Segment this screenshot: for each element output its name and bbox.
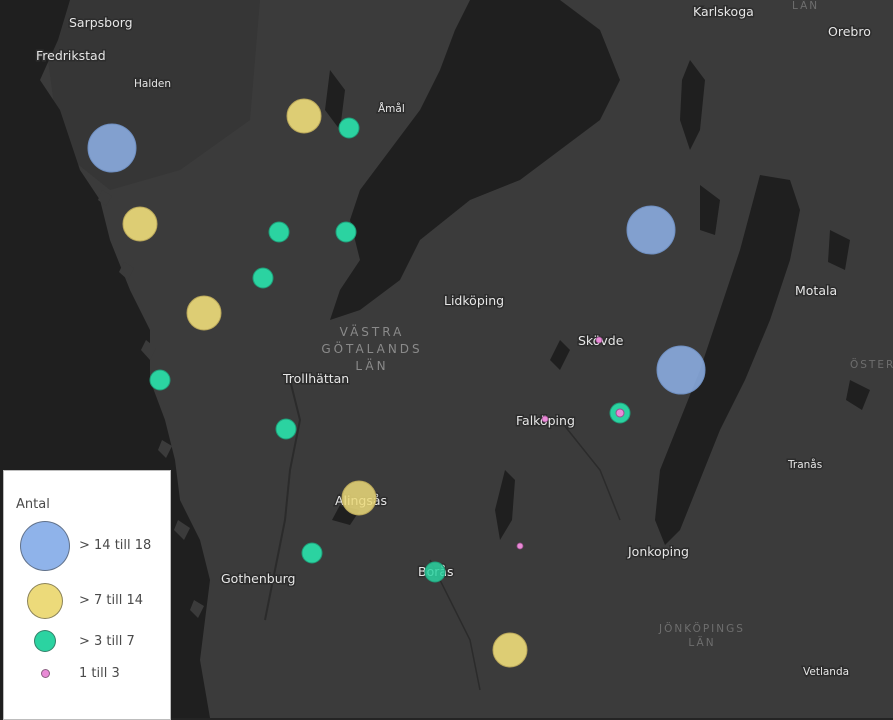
region-label: VÄSTRA xyxy=(340,324,405,339)
place-label-lidkoping: Lidköping xyxy=(444,293,504,308)
legend-symbol-m xyxy=(34,630,56,652)
legend-label-l: > 7 till 14 xyxy=(79,593,144,608)
map-legend: Antal > 14 till 18 > 7 till 14 > 3 till … xyxy=(3,470,171,720)
legend-symbol-l xyxy=(27,583,63,619)
symbol-class-xl[interactable] xyxy=(626,205,676,255)
symbol-class-l[interactable] xyxy=(186,295,222,331)
region-label: GÖTALANDS xyxy=(321,340,422,356)
legend-symbol-s xyxy=(41,669,50,678)
symbol-class-s[interactable] xyxy=(541,415,549,423)
place-label-karlskoga: Karlskoga xyxy=(693,4,754,19)
symbol-class-m[interactable] xyxy=(149,369,171,391)
place-label-trollhattan: Trollhättan xyxy=(282,371,349,386)
region-label: ÖSTER xyxy=(850,358,893,371)
symbol-class-s[interactable] xyxy=(516,542,524,550)
place-label-sarpsborg: Sarpsborg xyxy=(69,15,133,30)
symbol-class-m[interactable] xyxy=(301,542,323,564)
symbol-class-m[interactable] xyxy=(335,221,357,243)
place-label-orebro: Orebro xyxy=(828,24,871,39)
symbol-class-xl[interactable] xyxy=(656,345,706,395)
place-label-amal: Åmål xyxy=(378,102,405,115)
place-label-vetlanda: Vetlanda xyxy=(803,666,849,678)
symbol-class-m[interactable] xyxy=(275,418,297,440)
region-label: JÖNKÖPINGS xyxy=(658,622,745,635)
region-label: LÄN xyxy=(688,636,715,649)
symbol-class-s[interactable] xyxy=(595,336,603,344)
symbol-class-m[interactable] xyxy=(338,117,360,139)
legend-symbol-xl xyxy=(20,521,70,571)
legend-label-m: > 3 till 7 xyxy=(79,634,135,649)
place-label-motala: Motala xyxy=(795,283,837,298)
place-label-gothenburg: Gothenburg xyxy=(221,571,295,586)
legend-label-s: 1 till 3 xyxy=(79,666,120,681)
legend-title: Antal xyxy=(16,497,50,512)
symbol-class-l[interactable] xyxy=(341,480,377,516)
place-label-halden: Halden xyxy=(134,78,171,90)
symbol-class-l[interactable] xyxy=(286,98,322,134)
symbol-class-l[interactable] xyxy=(122,206,158,242)
symbol-class-l[interactable] xyxy=(492,632,528,668)
legend-label-xl: > 14 till 18 xyxy=(79,538,152,553)
symbol-class-xl[interactable] xyxy=(87,123,137,173)
region-label: LÄN xyxy=(792,0,819,12)
symbol-class-m[interactable] xyxy=(424,561,446,583)
region-label: LÄN xyxy=(355,358,388,373)
symbol-class-m[interactable] xyxy=(268,221,290,243)
place-label-tranas: Tranås xyxy=(787,458,822,471)
place-label-fredrikstad: Fredrikstad xyxy=(36,48,106,63)
symbol-class-s[interactable] xyxy=(615,408,625,418)
place-label-jonkoping: Jonkoping xyxy=(627,544,689,559)
symbol-class-m[interactable] xyxy=(252,267,274,289)
